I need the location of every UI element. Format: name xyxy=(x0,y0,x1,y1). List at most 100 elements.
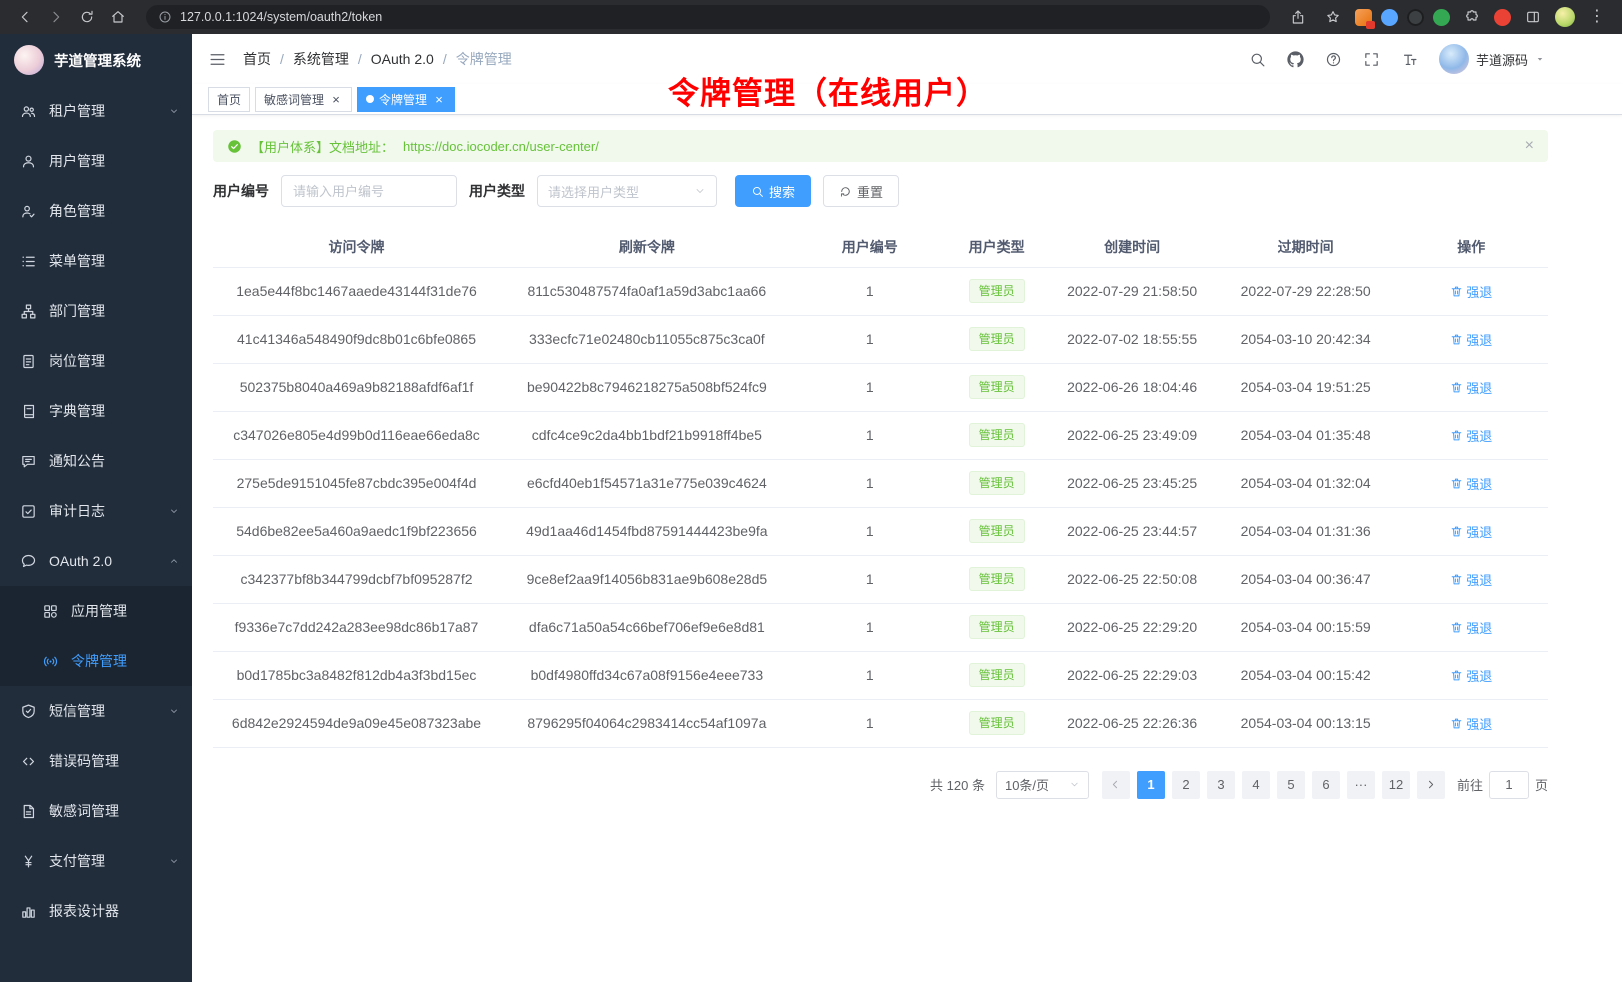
next-page-button[interactable] xyxy=(1417,771,1445,799)
sidebar-item-sms[interactable]: 短信管理 xyxy=(0,686,192,736)
force-logout-button[interactable]: 强退 xyxy=(1450,570,1492,589)
sidebar-item-dict[interactable]: 字典管理 xyxy=(0,386,192,436)
sidebar-item-oauth2-app[interactable]: 应用管理 xyxy=(0,586,192,636)
page-button-12[interactable]: 12 xyxy=(1382,771,1410,799)
sidebar-item-tenant[interactable]: 租户管理 xyxy=(0,86,192,136)
user-type-label: 用户类型 xyxy=(469,181,525,201)
bookmark-star-icon[interactable] xyxy=(1320,4,1346,30)
force-logout-button[interactable]: 强退 xyxy=(1450,618,1492,637)
sidebar-item-post[interactable]: 岗位管理 xyxy=(0,336,192,386)
page-size-select[interactable]: 10条/页 xyxy=(996,771,1089,799)
breadcrumb-item[interactable]: 首页 xyxy=(243,49,271,69)
sidebar-item-oauth2-token[interactable]: 令牌管理 xyxy=(0,636,192,686)
search-button[interactable]: 搜索 xyxy=(735,175,811,207)
page-button-5[interactable]: 5 xyxy=(1277,771,1305,799)
sidebar-item-label: 角色管理 xyxy=(49,201,180,221)
sidebar-item-error-code[interactable]: 错误码管理 xyxy=(0,736,192,786)
page-button-6[interactable]: 6 xyxy=(1312,771,1340,799)
search-icon[interactable] xyxy=(1249,51,1266,68)
cell-refresh-token: 8796295f04064c2983414cc54af1097a xyxy=(500,699,794,747)
fullscreen-icon[interactable] xyxy=(1363,51,1380,68)
force-logout-button[interactable]: 强退 xyxy=(1450,666,1492,685)
sidebar-item-audit-log[interactable]: 审计日志 xyxy=(0,486,192,536)
split-view-icon[interactable] xyxy=(1520,4,1546,30)
page-button-4[interactable]: 4 xyxy=(1242,771,1270,799)
font-size-icon[interactable] xyxy=(1401,51,1418,68)
tab-home[interactable]: 首页 xyxy=(208,87,250,112)
tab-close-icon[interactable]: × xyxy=(432,92,446,106)
trash-icon xyxy=(1450,717,1463,730)
app-icon xyxy=(42,603,59,620)
force-logout-button[interactable]: 强退 xyxy=(1450,378,1492,397)
tab-token[interactable]: 令牌管理 × xyxy=(357,87,455,112)
force-logout-button[interactable]: 强退 xyxy=(1450,522,1492,541)
column-header-expire-time: 过期时间 xyxy=(1217,227,1395,267)
cell-actions: 强退 xyxy=(1394,507,1548,555)
force-logout-button[interactable]: 强退 xyxy=(1450,282,1492,301)
extension-icon-3[interactable] xyxy=(1407,9,1424,26)
force-logout-button[interactable]: 强退 xyxy=(1450,330,1492,349)
user-id-input[interactable] xyxy=(281,175,457,207)
home-icon[interactable] xyxy=(105,4,131,30)
reset-button[interactable]: 重置 xyxy=(823,175,899,207)
forward-icon[interactable] xyxy=(43,4,69,30)
extension-icon-2[interactable] xyxy=(1381,9,1398,26)
hamburger-icon[interactable] xyxy=(208,50,227,69)
sidebar-item-report[interactable]: 报表设计器 xyxy=(0,886,192,936)
force-logout-button[interactable]: 强退 xyxy=(1450,714,1492,733)
sidebar-item-notice[interactable]: 通知公告 xyxy=(0,436,192,486)
cell-actions: 强退 xyxy=(1394,555,1548,603)
more-pages-button[interactable]: ··· xyxy=(1347,771,1375,799)
breadcrumb-separator: / xyxy=(280,51,284,67)
help-icon[interactable] xyxy=(1325,51,1342,68)
reload-icon[interactable] xyxy=(74,4,100,30)
cell-access-token: f9336e7c7dd242a283ee98dc86b17a87 xyxy=(213,603,500,651)
sidebar-item-user[interactable]: 用户管理 xyxy=(0,136,192,186)
browser-profile-avatar[interactable] xyxy=(1555,7,1575,27)
force-logout-button[interactable]: 强退 xyxy=(1450,426,1492,445)
sidebar-item-pay[interactable]: 支付管理 xyxy=(0,836,192,886)
trash-icon xyxy=(1450,285,1463,298)
doc-link[interactable]: https://doc.iocoder.cn/user-center/ xyxy=(403,139,599,154)
sidebar-item-role[interactable]: 角色管理 xyxy=(0,186,192,236)
breadcrumb: 首页/系统管理/OAuth 2.0/令牌管理 xyxy=(243,49,512,69)
sidebar-item-menu[interactable]: 菜单管理 xyxy=(0,236,192,286)
share-icon[interactable] xyxy=(1285,4,1311,30)
trash-icon xyxy=(1450,333,1463,346)
page-button-3[interactable]: 3 xyxy=(1207,771,1235,799)
extension-icon-1[interactable] xyxy=(1355,9,1372,26)
prev-page-button[interactable] xyxy=(1102,771,1130,799)
sidebar-item-label: 审计日志 xyxy=(49,501,168,521)
kebab-menu-icon[interactable]: ⋮ xyxy=(1584,4,1610,30)
app-logo[interactable]: 芋道管理系统 xyxy=(0,34,192,86)
user-menu[interactable]: 芋道源码 xyxy=(1439,44,1545,74)
dict-icon xyxy=(20,403,37,420)
tab-close-icon[interactable]: × xyxy=(329,92,343,106)
alert-close-icon[interactable]: × xyxy=(1525,138,1534,154)
tab-sensitive-word[interactable]: 敏感词管理× xyxy=(255,87,352,112)
address-bar[interactable]: 127.0.0.1:1024/system/oauth2/token xyxy=(146,5,1270,29)
table-row: 275e5de9151045fe87cbdc395e004f4de6cfd40e… xyxy=(213,459,1548,507)
extension-icon-4[interactable] xyxy=(1433,9,1450,26)
github-icon[interactable] xyxy=(1287,51,1304,68)
tab-label: 令牌管理 xyxy=(379,91,427,108)
sidebar-item-label: 错误码管理 xyxy=(49,751,180,771)
cell-expire-time: 2054-03-04 01:32:04 xyxy=(1217,459,1395,507)
sidebar-item-dept[interactable]: 部门管理 xyxy=(0,286,192,336)
site-info-icon[interactable] xyxy=(158,4,172,30)
page-button-2[interactable]: 2 xyxy=(1172,771,1200,799)
extension-icon-5[interactable] xyxy=(1494,9,1511,26)
user-type-select[interactable]: 请选择用户类型 xyxy=(537,175,717,207)
page-button-1[interactable]: 1 xyxy=(1137,771,1165,799)
force-logout-button[interactable]: 强退 xyxy=(1450,474,1492,493)
breadcrumb-separator: / xyxy=(443,51,447,67)
back-icon[interactable] xyxy=(12,4,38,30)
extensions-puzzle-icon[interactable] xyxy=(1459,4,1485,30)
sidebar-item-oauth2[interactable]: OAuth 2.0 xyxy=(0,536,192,586)
user-type-badge: 管理员 xyxy=(969,711,1025,735)
user-type-badge: 管理员 xyxy=(969,327,1025,351)
sidebar-item-sensitive-word[interactable]: 敏感词管理 xyxy=(0,786,192,836)
trash-icon xyxy=(1450,381,1463,394)
cell-user-type: 管理员 xyxy=(946,555,1047,603)
goto-page-input[interactable] xyxy=(1489,771,1529,799)
